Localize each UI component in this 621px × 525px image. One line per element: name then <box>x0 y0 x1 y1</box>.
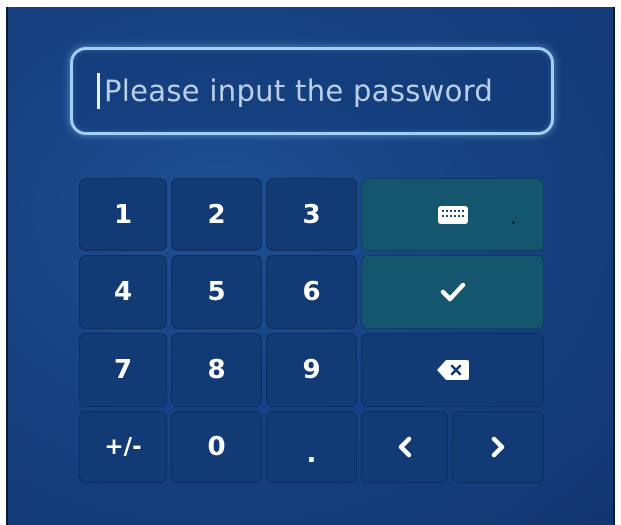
key-8[interactable]: 8 <box>171 333 262 407</box>
sign-toggle-button[interactable]: +/- <box>79 411 167 483</box>
top-border <box>0 0 621 7</box>
keyboard-icon <box>437 205 468 224</box>
decimal-point-button[interactable]: . <box>266 411 357 483</box>
chevron-left-icon <box>397 436 413 458</box>
key-1-label: 1 <box>113 199 133 230</box>
key-8-label: 8 <box>207 355 226 385</box>
confirm-button[interactable] <box>361 255 544 329</box>
key-1[interactable]: 1 <box>79 178 167 251</box>
backspace-icon <box>436 359 470 381</box>
key-6[interactable]: 6 <box>266 255 357 329</box>
key-3-label: 3 <box>302 199 321 230</box>
text-caret <box>97 73 100 109</box>
key-7[interactable]: 7 <box>79 333 167 407</box>
key-0[interactable]: 0 <box>171 411 262 483</box>
chevron-right-icon <box>490 436 506 458</box>
password-field[interactable]: Please input the password <box>70 47 554 135</box>
key-4[interactable]: 4 <box>79 255 167 329</box>
key-3[interactable]: 3 <box>266 178 357 251</box>
key-2-label: 2 <box>207 199 226 230</box>
keyboard-toggle-button[interactable] <box>361 178 544 251</box>
cursor-left-button[interactable] <box>361 411 448 483</box>
check-icon <box>440 282 466 302</box>
password-placeholder: Please input the password <box>104 74 494 108</box>
key-5[interactable]: 5 <box>171 255 262 329</box>
key-5-label: 5 <box>207 277 226 307</box>
keyboard-indicator-dot <box>512 221 515 224</box>
key-0-label: 0 <box>207 432 226 462</box>
key-4-label: 4 <box>113 277 133 307</box>
decimal-point-label: . <box>306 439 317 469</box>
key-9[interactable]: 9 <box>266 333 357 407</box>
sign-toggle-label: +/- <box>104 434 142 460</box>
key-7-label: 7 <box>113 355 133 385</box>
key-2[interactable]: 2 <box>171 178 262 251</box>
backspace-button[interactable] <box>361 333 544 407</box>
cursor-right-button[interactable] <box>452 411 544 483</box>
key-6-label: 6 <box>302 277 321 307</box>
key-9-label: 9 <box>302 355 321 385</box>
